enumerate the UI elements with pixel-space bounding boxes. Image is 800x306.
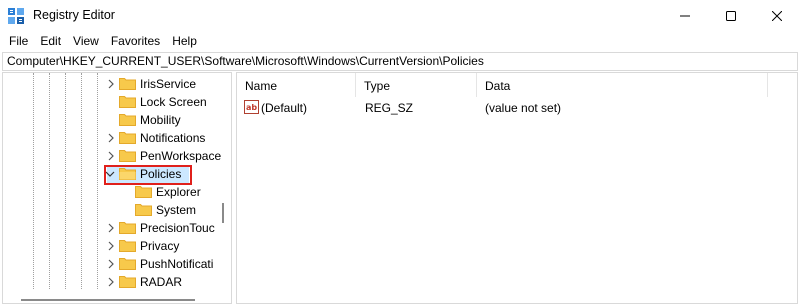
folder-icon	[119, 132, 136, 144]
menu-favorites[interactable]: Favorites	[105, 31, 166, 51]
close-button[interactable]	[754, 0, 800, 31]
highlight-box	[104, 165, 192, 185]
value-type: REG_SZ	[365, 101, 414, 115]
tree-item-lock-screen[interactable]: Lock Screen	[3, 93, 231, 111]
tree-item-irisservice[interactable]: IrisService	[3, 75, 231, 93]
tree-item-pushnotifications[interactable]: PushNotificati	[3, 255, 231, 273]
column-header-name[interactable]: Name	[237, 73, 355, 97]
maximize-icon	[726, 10, 736, 21]
chevron-right-icon[interactable]	[106, 151, 116, 161]
folder-icon	[119, 96, 136, 108]
folder-icon	[119, 222, 136, 234]
minimize-button[interactable]	[662, 0, 708, 31]
tree-item-label: Mobility	[140, 113, 181, 127]
value-list[interactable]: Name Type Data ab (Default) REG_SZ (valu…	[236, 72, 798, 304]
menu-edit[interactable]: Edit	[34, 31, 67, 51]
tree-item-label: Explorer	[156, 185, 201, 199]
column-header-type[interactable]: Type	[356, 73, 476, 97]
window-title: Registry Editor	[33, 8, 115, 22]
tree-item-label: PrecisionTouc	[140, 221, 215, 235]
vertical-scrollbar-thumb[interactable]	[222, 203, 224, 223]
tree-item-precisiontouchpad[interactable]: PrecisionTouc	[3, 219, 231, 237]
tree-item-privacy[interactable]: Privacy	[3, 237, 231, 255]
column-header-data[interactable]: Data	[477, 73, 767, 97]
menu-bar: File Edit View Favorites Help	[0, 31, 800, 51]
folder-icon	[119, 114, 136, 126]
folder-icon	[119, 258, 136, 270]
folder-icon	[119, 240, 136, 252]
tree-item-explorer[interactable]: Explorer	[3, 183, 231, 201]
folder-icon	[135, 186, 152, 198]
tree-item-label: RADAR	[140, 275, 183, 289]
tree-item-label: System	[156, 203, 197, 217]
menu-view[interactable]: View	[67, 31, 105, 51]
key-tree[interactable]: IrisService Lock Screen Mobility Notific…	[2, 72, 232, 304]
tree-item-radar[interactable]: RADAR	[3, 273, 231, 291]
tree-item-label: PushNotificati	[140, 257, 214, 271]
tree-item-label: Privacy	[140, 239, 180, 253]
column-divider[interactable]	[767, 73, 768, 97]
chevron-right-icon[interactable]	[106, 277, 116, 287]
folder-icon	[119, 276, 136, 288]
menu-file[interactable]: File	[3, 31, 34, 51]
svg-text:ab: ab	[246, 103, 257, 112]
tree-item-penworkspace[interactable]: PenWorkspace	[3, 147, 231, 165]
folder-icon	[119, 78, 136, 90]
horizontal-scrollbar-thumb[interactable]	[21, 299, 195, 301]
registry-editor-icon	[8, 8, 24, 24]
title-bar: Registry Editor	[0, 0, 800, 31]
chevron-right-icon[interactable]	[106, 79, 116, 89]
chevron-right-icon[interactable]	[106, 133, 116, 143]
tree-item-mobility[interactable]: Mobility	[3, 111, 231, 129]
value-data: (value not set)	[485, 101, 562, 115]
tree-item-label: Lock Screen	[140, 95, 207, 109]
value-row[interactable]: ab (Default) REG_SZ (value not set)	[237, 99, 797, 117]
minimize-icon	[680, 15, 690, 16]
tree-item-label: Notifications	[140, 131, 206, 145]
close-icon	[772, 10, 782, 21]
maximize-button[interactable]	[708, 0, 754, 31]
tree-item-notifications[interactable]: Notifications	[3, 129, 231, 147]
value-name: (Default)	[261, 101, 308, 115]
tree-item-system[interactable]: System	[3, 201, 231, 219]
chevron-right-icon[interactable]	[106, 259, 116, 269]
address-bar[interactable]: Computer\HKEY_CURRENT_USER\Software\Micr…	[2, 52, 798, 71]
chevron-right-icon[interactable]	[106, 241, 116, 251]
tree-item-label: IrisService	[140, 77, 197, 91]
folder-icon	[119, 150, 136, 162]
menu-help[interactable]: Help	[166, 31, 203, 51]
folder-icon	[135, 204, 152, 216]
chevron-right-icon[interactable]	[106, 223, 116, 233]
tree-item-label: PenWorkspace	[140, 149, 222, 163]
string-value-icon: ab	[244, 100, 259, 114]
